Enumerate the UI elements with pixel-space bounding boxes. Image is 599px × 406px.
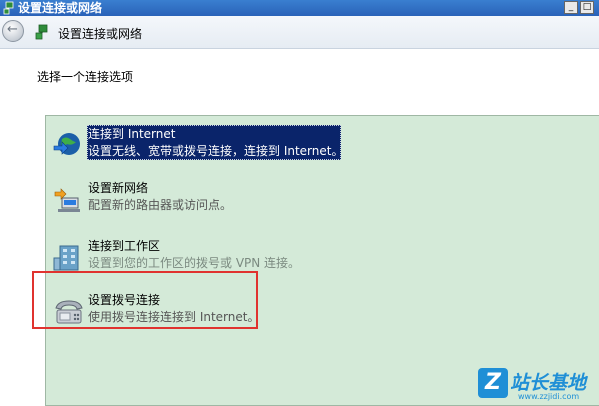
minimize-button[interactable]: _ bbox=[564, 1, 578, 14]
watermark-text: 站长基地 bbox=[510, 372, 587, 394]
navigation-bar: ← 设置连接或网络 bbox=[0, 16, 599, 49]
option-description: 设置到您的工作区的拨号或 VPN 连接。 bbox=[88, 256, 301, 270]
watermark-logo: Z bbox=[478, 368, 508, 398]
option-dialup[interactable]: 设置拨号连接 使用拨号连接连接到 Internet。 bbox=[46, 292, 599, 338]
back-button[interactable]: ← bbox=[2, 20, 24, 42]
router-icon bbox=[54, 188, 80, 212]
globe-icon bbox=[53, 133, 80, 155]
option-description: 设置无线、宽带或拨号连接，连接到 Internet。 bbox=[88, 144, 344, 158]
option-connect-internet[interactable]: 连接到 Internet 设置无线、宽带或拨号连接，连接到 Internet。 bbox=[46, 125, 599, 172]
title-bar: 设置连接或网络 _ □ bbox=[0, 0, 599, 16]
page-title: 设置连接或网络 bbox=[58, 27, 143, 41]
main-content: 选择一个连接选项 连接到 Internet 设置无线、宽带或拨号连接，连接到 I… bbox=[0, 49, 599, 406]
back-arrow-icon: ← bbox=[7, 22, 18, 37]
maximize-button[interactable]: □ bbox=[580, 1, 594, 14]
option-description: 配置新的路由器或访问点。 bbox=[88, 198, 233, 212]
option-title: 设置拨号连接 bbox=[88, 293, 161, 307]
watermark-url: www.zzjidi.com bbox=[518, 392, 580, 401]
option-new-network[interactable]: 设置新网络 配置新的路由器或访问点。 bbox=[46, 180, 599, 226]
window-title: 设置连接或网络 bbox=[18, 1, 103, 15]
choose-option-heading: 选择一个连接选项 bbox=[37, 70, 134, 84]
watermark: Z 站长基地 www.zzjidi.com bbox=[478, 366, 598, 404]
option-title: 连接到工作区 bbox=[88, 239, 161, 253]
option-description: 使用拨号连接连接到 Internet。 bbox=[88, 310, 260, 324]
phone-icon bbox=[55, 300, 83, 324]
connection-options-list[interactable]: 连接到 Internet 设置无线、宽带或拨号连接，连接到 Internet。 … bbox=[45, 115, 599, 406]
network-setup-icon bbox=[35, 24, 48, 40]
building-icon bbox=[53, 245, 79, 271]
option-title: 设置新网络 bbox=[88, 181, 149, 195]
network-setup-icon bbox=[3, 1, 14, 15]
option-connect-workplace[interactable]: 连接到工作区 设置到您的工作区的拨号或 VPN 连接。 bbox=[46, 238, 599, 284]
option-title: 连接到 Internet bbox=[88, 127, 176, 141]
